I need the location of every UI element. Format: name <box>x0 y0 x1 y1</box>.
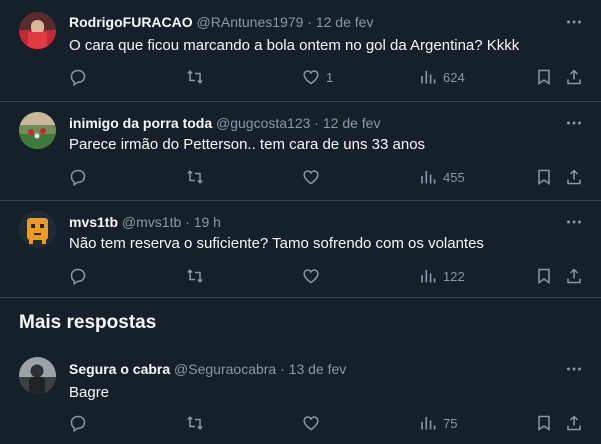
separator-dot: · <box>185 214 190 230</box>
views-count: 75 <box>443 415 458 431</box>
divider <box>0 297 601 298</box>
reply-icon <box>69 414 87 432</box>
separator-dot: · <box>280 361 285 377</box>
views-icon <box>419 267 437 285</box>
avatar[interactable] <box>19 112 56 149</box>
tweet-4[interactable]: Segura o cabra @Seguraocabra · 13 de fev… <box>0 348 601 444</box>
share-icon <box>565 68 583 86</box>
reply-button[interactable] <box>69 413 87 433</box>
section-title: Mais respostas <box>19 312 157 333</box>
timestamp[interactable]: 19 h <box>194 214 221 230</box>
reply-button[interactable] <box>69 167 87 187</box>
share-button[interactable] <box>565 413 583 433</box>
avatar[interactable] <box>19 211 56 248</box>
views-button[interactable]: 624 <box>419 67 465 87</box>
separator-dot: · <box>307 14 312 30</box>
tweet-1[interactable]: RodrigoFURACAO @RAntunes1979 · 12 de fev… <box>0 0 601 101</box>
author-handle[interactable]: @gugcosta123 <box>216 115 310 131</box>
views-icon <box>419 414 437 432</box>
author-handle[interactable]: @Seguraocabra <box>174 361 276 377</box>
heart-icon <box>302 168 320 186</box>
share-button[interactable] <box>565 167 583 187</box>
views-icon <box>419 168 437 186</box>
avatar[interactable] <box>19 12 56 49</box>
timestamp[interactable]: 12 de fev <box>316 14 374 30</box>
views-button[interactable]: 455 <box>419 167 465 187</box>
more-icon[interactable] <box>565 360 583 378</box>
avatar[interactable] <box>19 357 56 394</box>
like-count: 1 <box>326 69 334 85</box>
views-count: 122 <box>443 268 465 284</box>
action-bar: 1 624 <box>0 67 601 87</box>
retweet-icon <box>186 414 204 432</box>
separator-dot: · <box>314 115 319 131</box>
tweet-3[interactable]: mvs1tb @mvs1tb · 19 h Não tem reserva o … <box>0 201 601 298</box>
views-button[interactable]: 122 <box>419 266 465 286</box>
retweet-icon <box>186 68 204 86</box>
tweet-text: Bagre <box>69 384 110 401</box>
like-button[interactable] <box>302 413 320 433</box>
heart-icon <box>302 68 320 86</box>
reply-icon <box>69 68 87 86</box>
timestamp[interactable]: 13 de fev <box>289 361 347 377</box>
tweet-header: inimigo da porra toda @gugcosta123 · 12 … <box>69 114 380 132</box>
views-icon <box>419 68 437 86</box>
author-name[interactable]: RodrigoFURACAO <box>69 14 193 30</box>
bookmark-icon <box>535 68 553 86</box>
reply-button[interactable] <box>69 266 87 286</box>
timestamp[interactable]: 12 de fev <box>323 115 381 131</box>
bookmark-button[interactable] <box>535 413 553 433</box>
tweet-2[interactable]: inimigo da porra toda @gugcosta123 · 12 … <box>0 102 601 201</box>
tweet-header: mvs1tb @mvs1tb · 19 h <box>69 213 221 231</box>
tweet-header: Segura o cabra @Seguraocabra · 13 de fev <box>69 360 346 378</box>
author-name[interactable]: mvs1tb <box>69 214 118 230</box>
bookmark-button[interactable] <box>535 67 553 87</box>
retweet-button[interactable] <box>186 167 204 187</box>
author-handle[interactable]: @RAntunes1979 <box>197 14 304 30</box>
bookmark-icon <box>535 168 553 186</box>
retweet-button[interactable] <box>186 67 204 87</box>
share-icon <box>565 414 583 432</box>
views-button[interactable]: 75 <box>419 413 457 433</box>
author-handle[interactable]: @mvs1tb <box>122 214 181 230</box>
more-icon[interactable] <box>565 213 583 231</box>
share-icon <box>565 168 583 186</box>
more-icon[interactable] <box>565 114 583 132</box>
author-name[interactable]: inimigo da porra toda <box>69 115 212 131</box>
heart-icon <box>302 267 320 285</box>
views-count: 624 <box>443 69 465 85</box>
tweet-header: RodrigoFURACAO @RAntunes1979 · 12 de fev <box>69 13 373 31</box>
action-bar: 75 <box>0 413 601 433</box>
tweet-text: O cara que ficou marcando a bola ontem n… <box>69 37 520 54</box>
retweet-icon <box>186 168 204 186</box>
author-name[interactable]: Segura o cabra <box>69 361 170 377</box>
bookmark-icon <box>535 414 553 432</box>
reply-button[interactable] <box>69 67 87 87</box>
tweet-text: Parece irmão do Petterson.. tem cara de … <box>69 136 426 153</box>
action-bar: 455 <box>0 167 601 187</box>
bookmark-icon <box>535 267 553 285</box>
like-button[interactable] <box>302 266 320 286</box>
more-icon[interactable] <box>565 13 583 31</box>
heart-icon <box>302 414 320 432</box>
like-button[interactable] <box>302 167 320 187</box>
reply-icon <box>69 168 87 186</box>
retweet-icon <box>186 267 204 285</box>
share-button[interactable] <box>565 67 583 87</box>
reply-icon <box>69 267 87 285</box>
bookmark-button[interactable] <box>535 167 553 187</box>
views-count: 455 <box>443 169 465 185</box>
retweet-button[interactable] <box>186 413 204 433</box>
tweet-text: Não tem reserva o suficiente? Tamo sofre… <box>69 235 484 252</box>
bookmark-button[interactable] <box>535 266 553 286</box>
like-button[interactable]: 1 <box>302 67 333 87</box>
retweet-button[interactable] <box>186 266 204 286</box>
action-bar: 122 <box>0 266 601 286</box>
share-icon <box>565 267 583 285</box>
share-button[interactable] <box>565 266 583 286</box>
